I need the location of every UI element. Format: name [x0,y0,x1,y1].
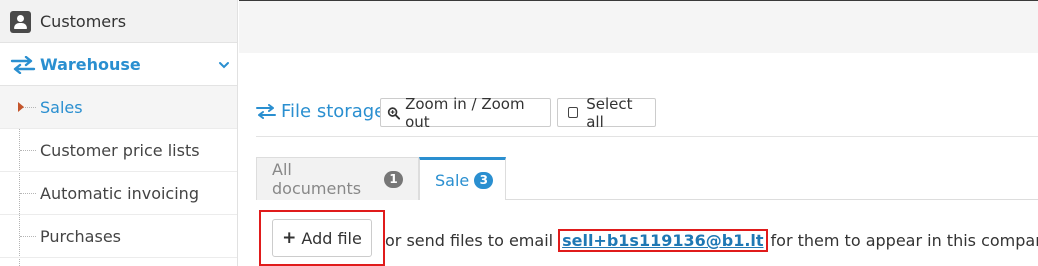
highlight-box-email: sell+b1s119136@b1.lt [558,229,768,252]
tab-all-documents[interactable]: All documents 1 [256,157,419,200]
add-file-button[interactable]: + Add file [272,219,372,257]
sidebar-item-warehouse[interactable]: Warehouse [0,43,237,86]
sidebar-item-label: Customers [40,11,127,31]
upload-email-link[interactable]: sell+b1s119136@b1.lt [562,231,763,250]
warehouse-arrows-icon [10,56,36,74]
customers-icon [10,11,31,33]
top-header-band [239,0,1038,53]
add-file-label: Add file [301,228,362,248]
info-suffix: for them to appear in this company [770,231,1038,250]
sidebar-item-label: Customer price lists [40,140,200,160]
select-all-label: Select all [586,94,633,131]
info-prefix: or send files to email [385,231,554,250]
tabs-baseline [506,199,1038,200]
sidebar-item-purchases[interactable]: Purchases [0,215,237,258]
active-caret-icon [18,102,24,112]
sidebar: Customers Warehouse Sales Customer price… [0,0,238,266]
tab-count-badge: 1 [384,170,403,188]
file-storage-arrows-icon [256,104,276,119]
sidebar-item-customers[interactable]: Customers [0,0,237,43]
sidebar-item-automatic-invoicing[interactable]: Automatic invoicing [0,172,237,215]
plus-icon: + [282,228,297,248]
sidebar-item-sales[interactable]: Sales [0,86,237,129]
zoom-button-label: Zoom in / Zoom out [405,94,525,131]
file-storage-title: File storage [281,101,386,122]
tab-sale[interactable]: Sale 3 [419,157,506,200]
select-all-button[interactable]: Select all [557,95,656,131]
checkbox-icon [568,107,579,118]
tab-label: Sale [435,170,470,190]
sidebar-item-customer-price-lists[interactable]: Customer price lists [0,129,237,172]
sidebar-item-label: Automatic invoicing [40,183,199,203]
zoom-icon [387,106,401,120]
zoom-button[interactable]: Zoom in / Zoom out [380,95,551,131]
sidebar-item-label: Sales [40,97,83,117]
sidebar-item-label: Warehouse [40,54,141,74]
divider [256,136,1038,137]
email-upload-info: or send files to email sell+b1s119136@b1… [385,229,1038,252]
chevron-down-icon[interactable] [218,60,230,70]
sidebar-item-label: Purchases [40,226,121,246]
tab-count-badge: 3 [474,171,494,189]
tab-label: All documents [272,160,362,198]
